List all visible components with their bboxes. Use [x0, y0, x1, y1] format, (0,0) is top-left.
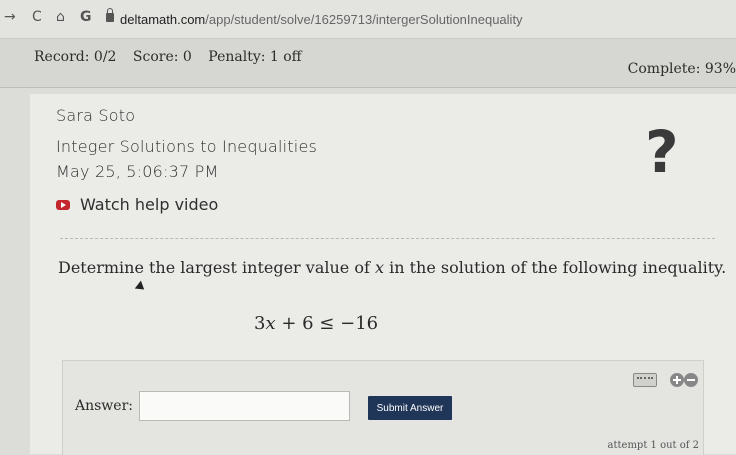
complete-percentage: Complete: 93% [627, 61, 736, 77]
mouse-cursor [134, 280, 148, 294]
divider [60, 238, 715, 239]
assignment-title: Integer Solutions to Inequalities [56, 137, 318, 156]
prompt-var: x [374, 258, 385, 277]
keyboard-icon[interactable] [633, 373, 657, 387]
attempt-counter: attempt 1 out of 2 [607, 440, 699, 451]
reload-icon[interactable]: C [32, 9, 42, 25]
inequality: 3x + 6 ≤ −16 [254, 313, 378, 334]
help-question-icon[interactable]: ? [645, 118, 679, 186]
google-icon[interactable]: G [80, 9, 92, 25]
record-stats: Record: 0/2 Score: 0 Penalty: 1 off [34, 49, 314, 65]
home-icon[interactable]: ⌂ [56, 9, 65, 25]
record-count: Record: 0/2 [34, 49, 117, 65]
student-name: Sara Soto [56, 106, 136, 125]
eq-var: x [265, 313, 276, 334]
prompt-start: Determine the largest integer value of [58, 258, 375, 277]
prompt-end: in the solution of the following inequal… [384, 258, 727, 277]
lock-icon [106, 8, 114, 22]
url-host: deltamath.com [120, 12, 206, 27]
timestamp: May 25, 5:06:37 PM [56, 162, 219, 181]
record-bar: Record: 0/2 Score: 0 Penalty: 1 off Comp… [0, 39, 736, 88]
address-bar[interactable]: deltamath.com/app/student/solve/16259713… [120, 12, 523, 27]
watch-help-video-link[interactable]: Watch help video [56, 195, 218, 214]
youtube-icon [56, 199, 70, 210]
submit-answer-button[interactable]: Submit Answer [368, 396, 452, 420]
plus-icon[interactable] [670, 373, 684, 387]
score: Score: 0 [132, 49, 192, 65]
video-link-label: Watch help video [80, 195, 219, 214]
minus-icon[interactable] [684, 373, 698, 387]
eq-rest: + 6 ≤ −16 [275, 313, 379, 334]
penalty: Penalty: 1 off [208, 49, 302, 65]
problem-panel: Sara Soto Integer Solutions to Inequalit… [30, 94, 736, 455]
answer-label: Answer: [75, 398, 133, 414]
question-prompt: Determine the largest integer value of x… [58, 258, 726, 277]
eq-coef: 3 [254, 313, 266, 334]
answer-area: Answer: Submit Answer attempt 1 out of 2 [62, 360, 704, 455]
browser-toolbar: → C ⌂ G deltamath.com/app/student/solve/… [0, 0, 736, 39]
url-path: /app/student/solve/16259713/intergerSolu… [205, 12, 523, 27]
answer-input[interactable] [139, 391, 350, 421]
back-arrow-icon[interactable]: → [4, 9, 16, 25]
